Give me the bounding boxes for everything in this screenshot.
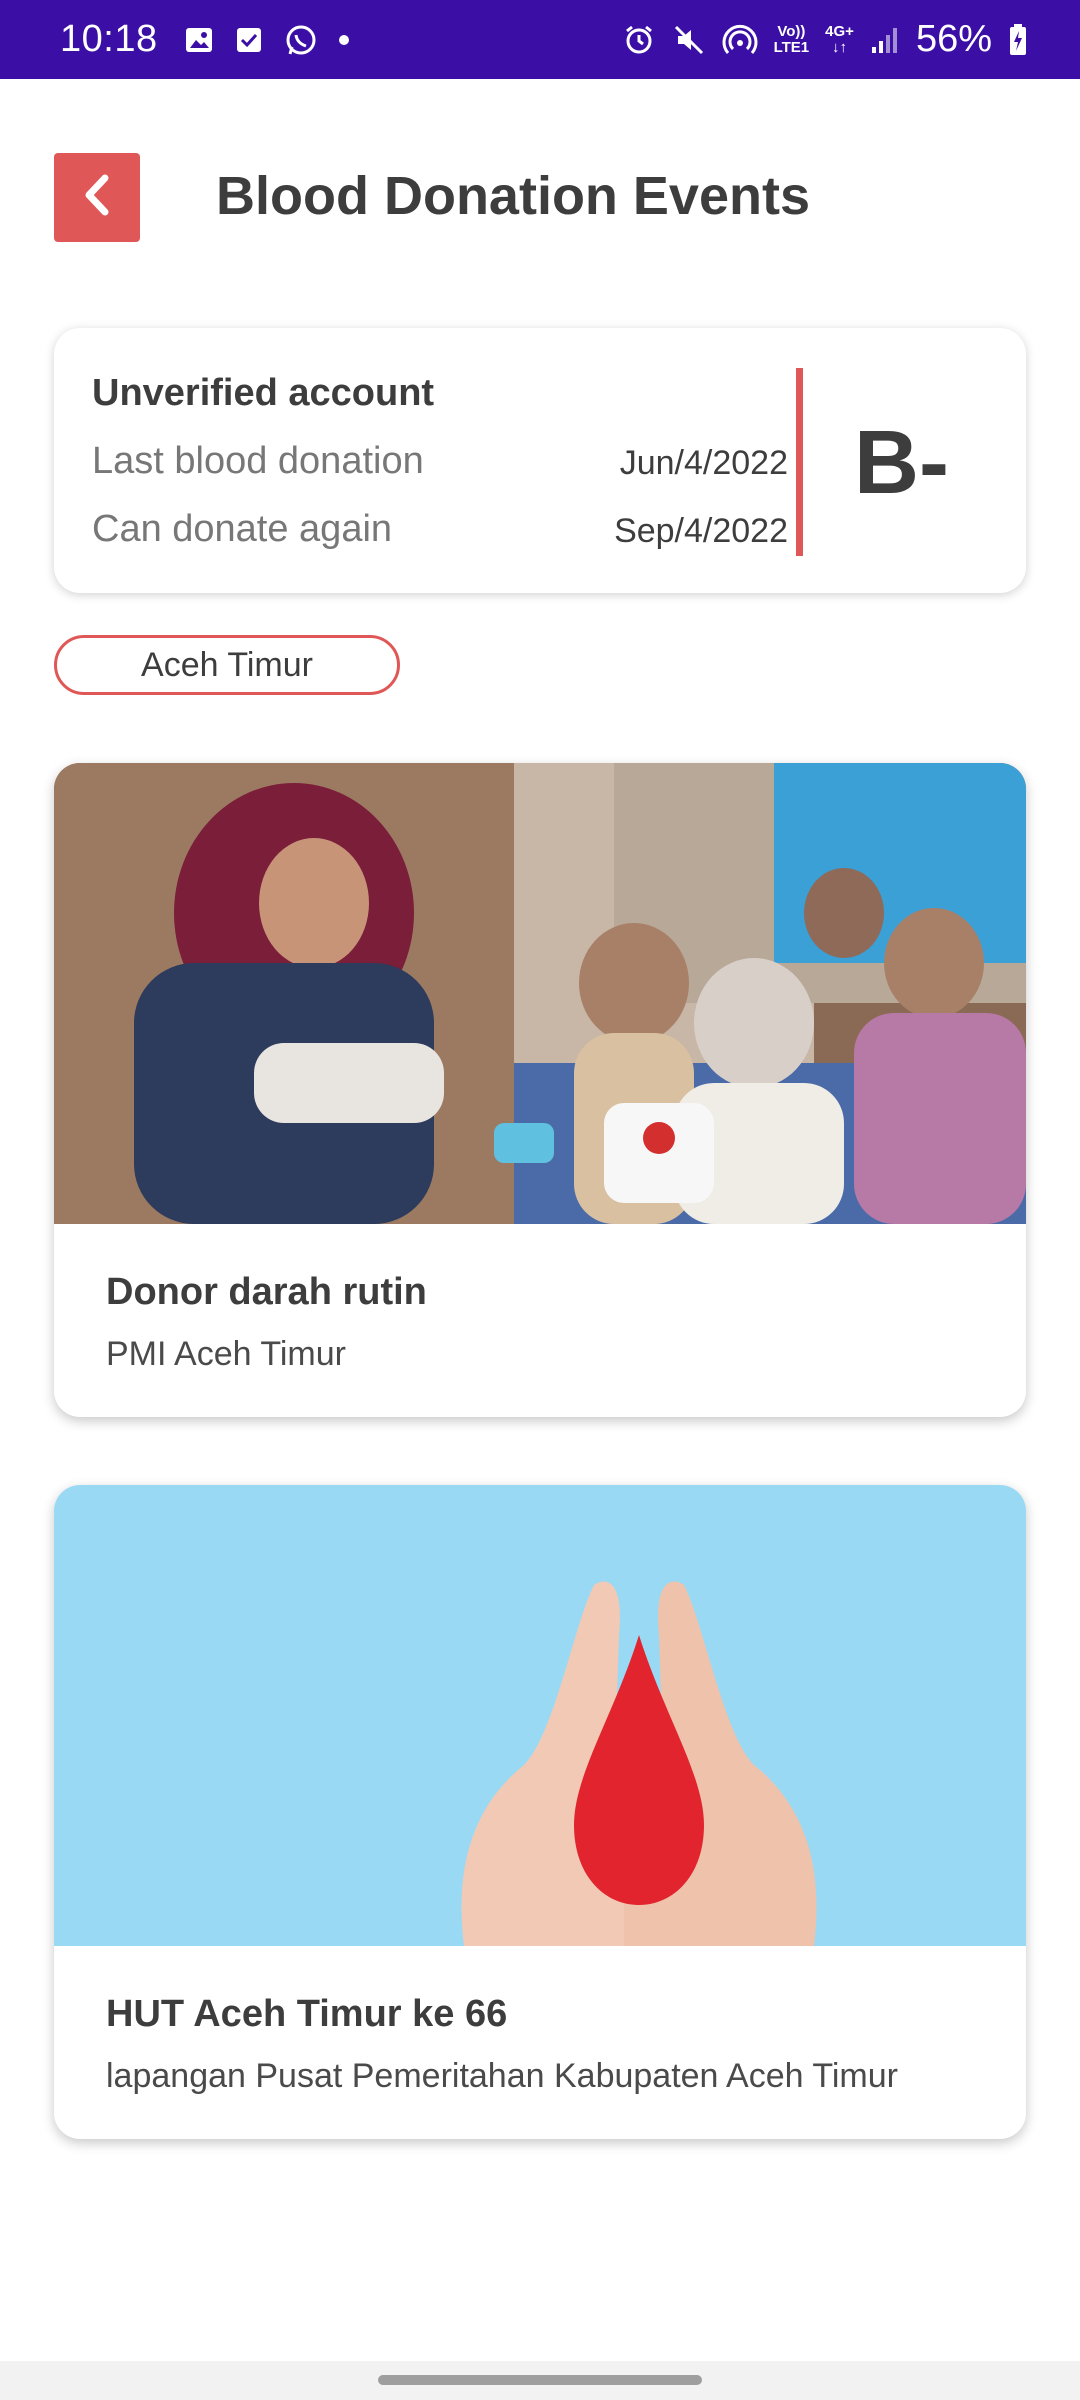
navigation-bar: [0, 2361, 1080, 2400]
mute-icon: [672, 23, 706, 57]
event-card[interactable]: HUT Aceh Timur ke 66 lapangan Pusat Peme…: [54, 1485, 1026, 2139]
volte-label: Vo)): [777, 22, 806, 40]
event-title: HUT Aceh Timur ke 66: [106, 1993, 508, 2035]
account-status: Unverified account: [92, 372, 435, 414]
status-bar: 10:18 Vo)) LTE1 4G+ ↓↑ 56%: [0, 0, 1080, 79]
next-donation-label: Can donate again: [92, 508, 393, 550]
checkbox-icon: [234, 25, 264, 55]
last-donation-label: Last blood donation: [92, 440, 424, 482]
lte-label: LTE1: [773, 38, 810, 56]
region-filter-chip[interactable]: Aceh Timur: [54, 635, 400, 695]
next-donation-value: Sep/4/2022: [614, 512, 788, 550]
alarm-icon: [622, 23, 656, 57]
dot-icon: [338, 34, 350, 46]
chevron-left-icon: [77, 170, 117, 225]
card-divider: [796, 368, 803, 556]
hotspot-icon: [722, 23, 758, 57]
home-gesture-handle[interactable]: [378, 2375, 702, 2385]
event-image-blood-drop-photo: [54, 1485, 1026, 1946]
page-title: Blood Donation Events: [216, 166, 810, 226]
battery-percent: 56%: [915, 18, 992, 60]
blood-type: B-: [854, 413, 949, 513]
signal-icon: [870, 25, 900, 55]
event-image-volunteer-photo: [54, 763, 1026, 1224]
gallery-icon: [184, 25, 214, 55]
battery-charging-icon: [1008, 23, 1028, 57]
last-donation-value: Jun/4/2022: [619, 444, 788, 482]
whatsapp-icon: [284, 23, 318, 57]
event-card[interactable]: Donor darah rutin PMI Aceh Timur: [54, 763, 1026, 1417]
event-title: Donor darah rutin: [106, 1271, 427, 1313]
network-label: 4G+: [825, 22, 854, 40]
system-icons: Vo)) LTE1 4G+ ↓↑ 56%: [622, 18, 1028, 61]
event-location: lapangan Pusat Pemeritahan Kabupaten Ace…: [106, 2057, 898, 2095]
4g-icon: 4G+ ↓↑: [825, 22, 854, 56]
donor-info-card: Unverified account Last blood donation J…: [54, 328, 1026, 593]
status-time: 10:18: [60, 18, 158, 60]
volte-icon: Vo)) LTE1: [773, 22, 810, 56]
notification-icons: [184, 23, 350, 57]
back-button[interactable]: [54, 153, 140, 242]
event-location: PMI Aceh Timur: [106, 1335, 346, 1373]
